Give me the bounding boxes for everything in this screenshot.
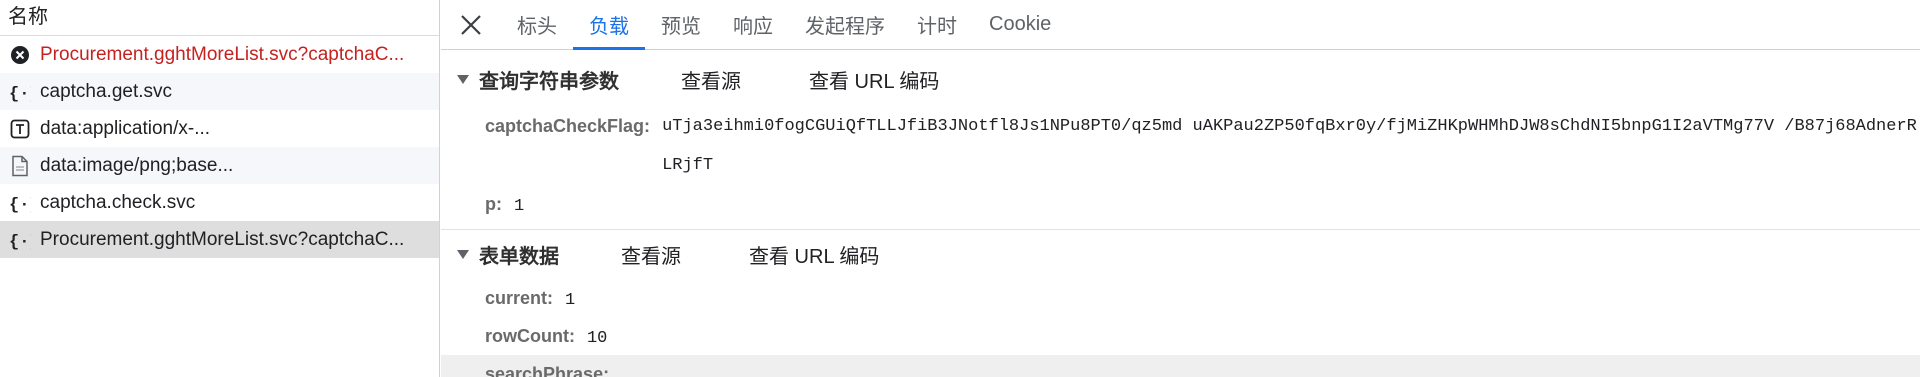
param-row: searchPhrase: [441, 355, 1920, 377]
param-key: current: [485, 288, 554, 308]
view-source-button[interactable]: 查看源 [621, 240, 681, 269]
param-value[interactable]: uTja3eihmi0fogCGUiQfTLLJfiB3JNotfl8Js1NP… [662, 107, 1920, 185]
request-row-selected[interactable]: {·} Procurement.gghtMoreList.svc?captcha… [0, 221, 439, 258]
form-data-section-header[interactable]: 表单数据 查看源 查看 URL 编码 [441, 229, 1920, 279]
file-icon [9, 155, 31, 177]
triangle-down-icon [457, 250, 469, 259]
svg-text:{·}: {·} [9, 233, 31, 250]
request-name: Procurement.gghtMoreList.svc?captchaC... [40, 43, 405, 65]
param-row: p: 1 [441, 185, 1920, 223]
text-document-icon [9, 118, 31, 140]
request-row[interactable]: data:image/png;base... [0, 147, 439, 184]
param-row: rowCount: 10 [441, 317, 1920, 355]
details-tabbar: 标头 负载 预览 响应 发起程序 计时 Cookie [441, 0, 1920, 50]
request-name: data:application/x-... [40, 117, 211, 139]
name-column-header[interactable]: 名称 [0, 0, 439, 36]
section-title: 表单数据 [479, 246, 559, 268]
view-url-encoded-button[interactable]: 查看 URL 编码 [749, 240, 879, 269]
view-source-button[interactable]: 查看源 [681, 65, 741, 94]
request-name: captcha.check.svc [40, 191, 196, 213]
param-key: captchaCheckFlag: [485, 116, 651, 136]
view-url-encoded-button[interactable]: 查看 URL 编码 [809, 65, 939, 94]
param-key: p: [485, 194, 502, 214]
param-value[interactable]: 10 [587, 320, 607, 358]
request-details-panel: 标头 负载 预览 响应 发起程序 计时 Cookie 查询字符串参数 查看源 查… [441, 0, 1920, 377]
json-braces-icon: {·} [9, 229, 31, 251]
svg-text:{·}: {·} [9, 196, 31, 213]
request-name: captcha.get.svc [40, 80, 173, 102]
request-row[interactable]: {·} captcha.get.svc [0, 73, 439, 110]
svg-text:{·}: {·} [9, 85, 31, 102]
param-key: rowCount: [485, 326, 575, 346]
request-row[interactable]: {·} captcha.check.svc [0, 184, 439, 221]
tab-response[interactable]: 响应 [717, 0, 789, 49]
tab-cookies[interactable]: Cookie [973, 0, 1067, 49]
request-row[interactable]: data:application/x-... [0, 110, 439, 147]
close-icon[interactable] [441, 0, 501, 49]
param-row: captchaCheckFlag: uTja3eihmi0fogCGUiQfTL… [441, 107, 1920, 185]
error-circle-icon [9, 44, 31, 66]
tab-payload[interactable]: 负载 [573, 0, 645, 50]
param-key: searchPhrase: [485, 364, 610, 377]
param-value[interactable]: 1 [565, 282, 575, 320]
query-params-list: captchaCheckFlag: uTja3eihmi0fogCGUiQfTL… [441, 104, 1920, 229]
request-row[interactable]: Procurement.gghtMoreList.svc?captchaC... [0, 36, 439, 73]
tab-initiator[interactable]: 发起程序 [789, 0, 901, 49]
json-braces-icon: {·} [9, 192, 31, 214]
request-list-panel: 名称 Procurement.gghtMoreList.svc?captchaC… [0, 0, 440, 377]
query-params-section-header[interactable]: 查询字符串参数 查看源 查看 URL 编码 [441, 54, 1920, 104]
tab-headers[interactable]: 标头 [501, 0, 573, 49]
param-row: current: 1 [441, 279, 1920, 317]
param-value[interactable]: 1 [514, 188, 524, 226]
tab-preview[interactable]: 预览 [645, 0, 717, 49]
request-list: Procurement.gghtMoreList.svc?captchaC...… [0, 36, 439, 258]
request-name: data:image/png;base... [40, 154, 234, 176]
form-data-list: current: 1 rowCount: 10 searchPhrase: [441, 279, 1920, 377]
triangle-down-icon [457, 74, 469, 84]
json-braces-icon: {·} [9, 81, 31, 103]
request-name: Procurement.gghtMoreList.svc?captchaC... [40, 228, 405, 250]
section-title: 查询字符串参数 [479, 70, 619, 93]
tab-timing[interactable]: 计时 [901, 0, 973, 49]
